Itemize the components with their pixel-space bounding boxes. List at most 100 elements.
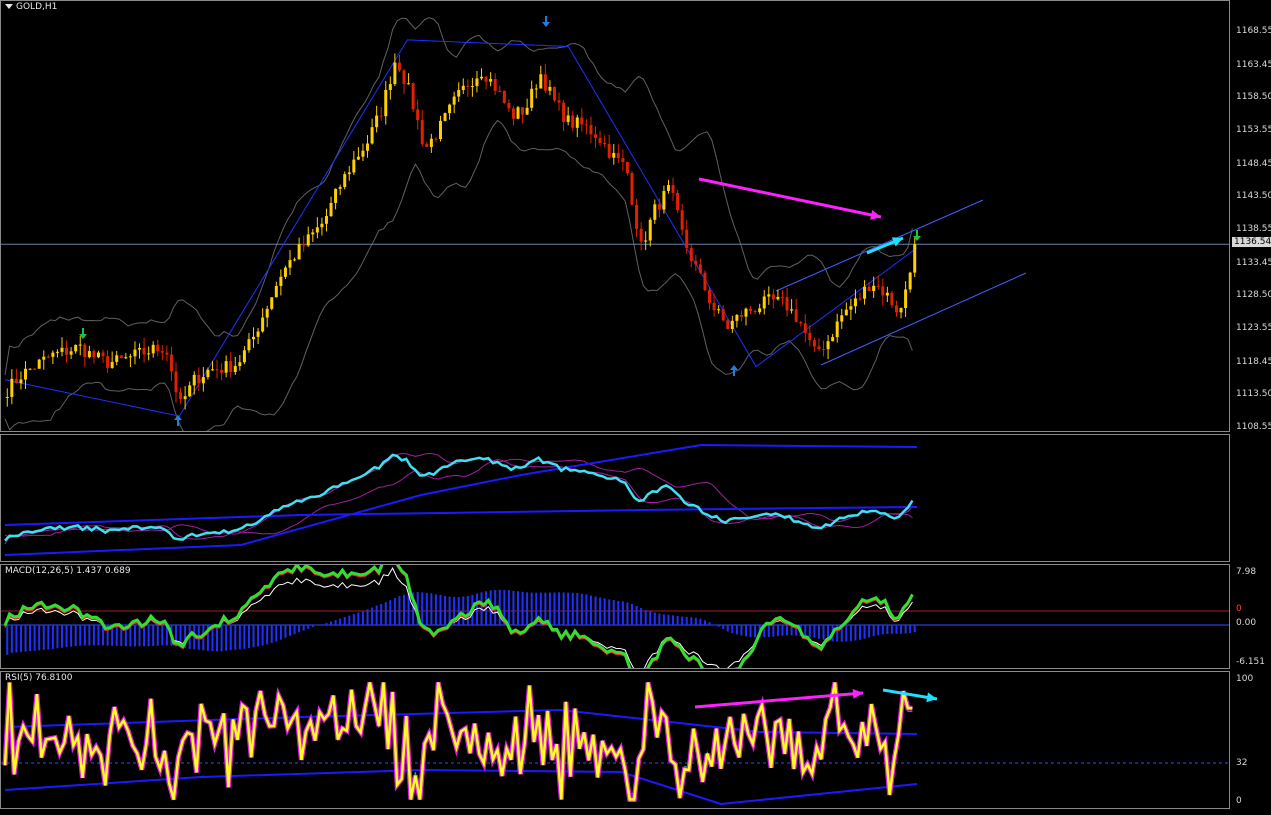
candle-body [607, 144, 611, 158]
candle-body [33, 368, 37, 370]
candle-body [721, 309, 725, 321]
candle-body [822, 349, 826, 351]
candle-body [844, 309, 848, 316]
lower-band-line [4, 119, 913, 431]
candle-body [375, 115, 379, 128]
price-chart-panel[interactable]: GOLD,H1 [0, 0, 1230, 432]
candle-body [584, 124, 588, 126]
candle-body [498, 90, 502, 92]
sell-arrow-icon [542, 16, 550, 27]
candle-body [758, 308, 762, 313]
candle-body [174, 371, 178, 393]
candle-body [5, 396, 9, 398]
candle-body [311, 232, 315, 235]
candle-body [552, 86, 556, 101]
candle-body [676, 192, 680, 211]
candle-body [188, 385, 192, 397]
candle-body [356, 156, 360, 160]
candle-body [197, 374, 201, 384]
candle-body [867, 286, 871, 291]
candle-body [343, 174, 347, 188]
candle-body [908, 272, 912, 290]
candle-body [69, 351, 73, 355]
channel-lower-line [820, 272, 1027, 366]
candle-body [717, 309, 721, 311]
candle-body [548, 86, 552, 91]
macd-panel[interactable]: MACD(12,26,5) 1.437 0.689 [0, 564, 1230, 669]
sell-arrow-icon-shape [542, 16, 550, 27]
candle-body [726, 320, 730, 329]
candle-body [370, 127, 374, 144]
candle-body [425, 143, 429, 147]
candle-body [92, 351, 96, 358]
candle-body [461, 85, 465, 90]
candle-body [703, 272, 707, 291]
candle-body [438, 120, 442, 140]
candle-body [379, 115, 383, 117]
macd-tick-marker: 0 [1236, 604, 1242, 614]
candle-body [192, 374, 196, 386]
candle-body [625, 162, 629, 174]
candle-body [448, 104, 452, 114]
candle-body [525, 107, 529, 115]
macd-tick-zero: 0.00 [1236, 618, 1257, 628]
candle-body [215, 369, 219, 371]
rsi-panel[interactable]: RSI(5) 76.8100 [0, 671, 1230, 809]
price-tick: 1118.45 [1236, 356, 1271, 367]
candle-body [826, 341, 830, 350]
candle-body [657, 204, 661, 210]
candle-body [265, 308, 269, 318]
candle-body [110, 361, 114, 368]
candle-body [274, 285, 278, 298]
candle-body [124, 357, 128, 359]
candle-body [169, 354, 173, 372]
candle-body [840, 315, 844, 322]
candle-body [730, 320, 734, 329]
envelope-lower-line [4, 458, 913, 540]
candle-body [753, 310, 757, 313]
candle-body [885, 292, 889, 296]
candle-body [452, 96, 456, 105]
candle-body [858, 298, 862, 300]
candle-body [429, 138, 433, 147]
price-tick: 1138.55 [1236, 224, 1271, 234]
candle-body [653, 204, 657, 220]
candle-body [502, 90, 506, 103]
candle-body [598, 138, 602, 143]
candle-body [238, 362, 242, 367]
candle-body [817, 346, 821, 350]
candle-body [470, 86, 474, 88]
candle-body [648, 219, 652, 241]
candle-body [853, 298, 857, 307]
candle-body [338, 187, 342, 189]
candle-body [799, 321, 803, 324]
price-tick: 1153.55 [1236, 125, 1271, 135]
candle-body [457, 89, 461, 97]
candle-body [475, 78, 479, 87]
buy-arrow-icon [174, 415, 182, 426]
ma-indicator-panel[interactable] [0, 434, 1230, 562]
candle-body [42, 356, 46, 360]
candle-body [812, 340, 816, 347]
candle-body [60, 347, 64, 352]
candle-body [566, 115, 570, 122]
candle-body [388, 84, 392, 91]
candle-body [712, 302, 716, 311]
candle-body [74, 344, 78, 352]
candle-body [790, 309, 794, 311]
candle-body [393, 62, 397, 85]
candle-body [302, 244, 306, 246]
zigzag-line [4, 39, 918, 417]
candle-body [156, 344, 160, 352]
candle-body [106, 356, 110, 368]
candle-body [160, 351, 164, 353]
candle-body [293, 259, 297, 261]
candle-body [671, 185, 675, 193]
fast-price-line [4, 453, 914, 542]
channel-upper-line [775, 199, 984, 292]
candle-body [621, 158, 625, 163]
candle-body [771, 294, 775, 300]
candle-body [407, 83, 411, 85]
candle-body [543, 74, 547, 91]
candle-body [128, 356, 132, 358]
